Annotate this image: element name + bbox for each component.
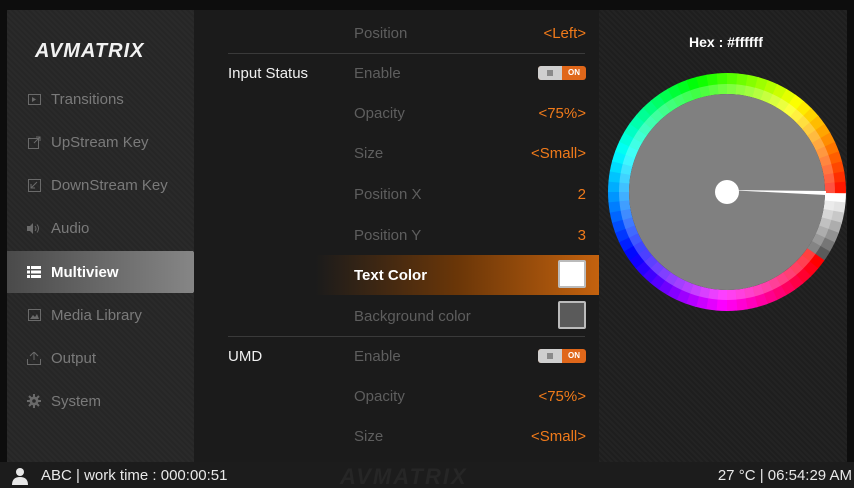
sidebar-item-output[interactable]: Output bbox=[7, 337, 194, 379]
setting-row-umd-size[interactable]: Size <Small> bbox=[194, 416, 599, 456]
setting-row-size[interactable]: Size <Small> bbox=[194, 133, 599, 173]
setting-label: Size bbox=[354, 145, 384, 162]
setting-row-input-status-enable[interactable]: Input Status Enable ON bbox=[194, 53, 599, 93]
group-label-umd: UMD bbox=[228, 348, 263, 365]
color-picker-panel: Hex : #ffffff bbox=[599, 10, 847, 462]
setting-label: Opacity bbox=[354, 105, 405, 122]
setting-label: Position bbox=[354, 25, 408, 42]
sidebar-item-label: Audio bbox=[51, 219, 90, 237]
status-bar: ABC | work time : 000:00:51 AVMATRIX 27 … bbox=[0, 462, 854, 488]
speaker-icon bbox=[27, 221, 41, 235]
setting-label: Opacity bbox=[354, 388, 405, 405]
setting-value[interactable]: <Left> bbox=[543, 25, 586, 42]
sidebar-item-media-library[interactable]: Media Library bbox=[7, 294, 194, 336]
temperature-clock: 27 °C | 06:54:29 AM bbox=[717, 467, 852, 484]
color-wheel-tint bbox=[619, 190, 630, 202]
sidebar-item-upstream-key[interactable]: UpStream Key bbox=[7, 121, 194, 163]
background-color-swatch[interactable] bbox=[558, 301, 586, 329]
downstream-key-icon bbox=[27, 178, 41, 192]
sidebar-item-system[interactable]: System bbox=[7, 380, 194, 422]
color-wheel-graphic[interactable] bbox=[607, 72, 847, 312]
setting-row-umd-enable[interactable]: UMD Enable ON bbox=[194, 336, 599, 376]
list-icon bbox=[27, 265, 41, 279]
gear-icon bbox=[27, 394, 41, 408]
setting-row-position[interactable]: Position <Left> bbox=[194, 13, 599, 53]
setting-label: Position X bbox=[354, 186, 422, 203]
setting-row-opacity[interactable]: Opacity <75%> bbox=[194, 93, 599, 133]
sidebar-item-multiview[interactable]: Multiview bbox=[7, 251, 207, 293]
setting-label: Position Y bbox=[354, 227, 422, 244]
enable-toggle[interactable]: ON bbox=[538, 349, 586, 363]
setting-value[interactable]: <Small> bbox=[531, 145, 586, 162]
setting-row-position-y[interactable]: Position Y 3 bbox=[194, 215, 599, 255]
setting-value[interactable]: <Small> bbox=[531, 428, 586, 445]
multiview-settings-panel: Position <Left> Input Status Enable ON O… bbox=[194, 10, 599, 462]
setting-label: Enable bbox=[354, 348, 401, 365]
setting-value[interactable]: <75%> bbox=[538, 388, 586, 405]
toggle-knob bbox=[538, 349, 562, 363]
toggle-state: ON bbox=[568, 68, 580, 77]
text-color-swatch[interactable] bbox=[558, 260, 586, 288]
setting-label: Enable bbox=[354, 65, 401, 82]
toggle-knob bbox=[538, 66, 562, 80]
user-icon bbox=[12, 468, 28, 485]
sidebar-item-transitions[interactable]: Transitions bbox=[7, 78, 194, 120]
setting-value[interactable]: 3 bbox=[578, 227, 586, 244]
setting-value[interactable]: 2 bbox=[578, 186, 586, 203]
setting-row-position-x[interactable]: Position X 2 bbox=[194, 174, 599, 214]
upload-icon bbox=[27, 351, 41, 365]
color-wheel[interactable] bbox=[607, 72, 847, 312]
color-wheel-tint bbox=[824, 182, 835, 194]
enable-toggle[interactable]: ON bbox=[538, 66, 586, 80]
upstream-key-icon bbox=[27, 135, 41, 149]
app-frame: AVMATRIX Transitions UpStream Key DownSt… bbox=[0, 0, 854, 488]
setting-label: Background color bbox=[354, 308, 471, 325]
color-wheel-tint bbox=[717, 84, 729, 95]
setting-value[interactable]: <75%> bbox=[538, 105, 586, 122]
sidebar-item-label: Transitions bbox=[51, 90, 124, 108]
group-label-input-status: Input Status bbox=[228, 65, 309, 82]
brand-logo: AVMATRIX bbox=[35, 40, 145, 62]
setting-row-text-color[interactable]: Text Color bbox=[194, 255, 599, 295]
toggle-state: ON bbox=[568, 351, 580, 360]
hex-readout: Hex : #ffffff bbox=[689, 34, 763, 50]
transitions-icon bbox=[27, 92, 41, 106]
user-worktime: ABC | work time : 000:00:51 bbox=[41, 467, 228, 484]
color-wheel-tint bbox=[725, 289, 737, 300]
sidebar: AVMATRIX Transitions UpStream Key DownSt… bbox=[7, 10, 207, 462]
setting-row-background-color[interactable]: Background color bbox=[194, 296, 599, 336]
setting-label: Text Color bbox=[354, 267, 428, 284]
sidebar-item-label: DownStream Key bbox=[51, 176, 168, 194]
sidebar-item-label: Media Library bbox=[51, 306, 142, 324]
sidebar-item-audio[interactable]: Audio bbox=[7, 207, 194, 249]
setting-label: Size bbox=[354, 428, 384, 445]
sidebar-item-label: Output bbox=[51, 349, 97, 367]
color-wheel-handle[interactable] bbox=[715, 180, 739, 204]
sidebar-item-label: System bbox=[51, 392, 102, 410]
sidebar-item-label: Multiview bbox=[51, 263, 119, 281]
image-icon bbox=[27, 308, 41, 322]
brand-watermark: AVMATRIX bbox=[340, 464, 468, 488]
setting-row-umd-opacity[interactable]: Opacity <75%> bbox=[194, 376, 599, 416]
sidebar-item-downstream-key[interactable]: DownStream Key bbox=[7, 164, 194, 206]
sidebar-item-label: UpStream Key bbox=[51, 133, 149, 151]
